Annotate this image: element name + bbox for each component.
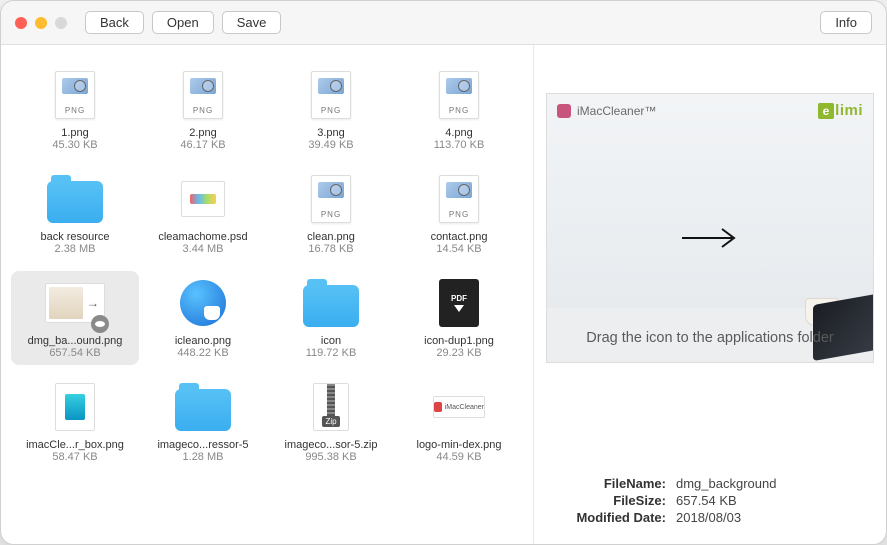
file-thumb-icon: Zip — [301, 381, 361, 433]
file-size: 1.28 MB — [183, 451, 224, 463]
file-item[interactable]: PNG 1.png45.30 KB — [11, 63, 139, 157]
file-name: imacCle...r_box.png — [26, 439, 124, 451]
window-controls — [15, 17, 67, 29]
file-size: 39.49 KB — [308, 139, 353, 151]
file-thumb-icon: iMacCleaner — [429, 381, 489, 433]
file-name: 2.png — [189, 127, 217, 139]
meta-modified-label: Modified Date: — [556, 510, 666, 525]
preview-brand: elimi — [818, 102, 863, 119]
file-item[interactable]: imageco...ressor-51.28 MB — [139, 375, 267, 469]
file-size: 995.38 KB — [305, 451, 356, 463]
file-name: contact.png — [431, 231, 488, 243]
file-item[interactable]: Zip imageco...sor-5.zip995.38 KB — [267, 375, 395, 469]
file-thumb-icon: PNG — [429, 173, 489, 225]
titlebar: Back Open Save Info — [1, 1, 886, 45]
file-item[interactable]: PNG 2.png46.17 KB — [139, 63, 267, 157]
maximize-icon — [55, 17, 67, 29]
file-size: 119.72 KB — [306, 347, 357, 359]
file-size: 45.30 KB — [52, 139, 97, 151]
file-item[interactable]: PDF icon-dup1.png29.23 KB — [395, 271, 523, 365]
file-name: dmg_ba...ound.png — [28, 335, 123, 347]
file-thumb-icon: → — [45, 277, 105, 329]
file-thumb-icon — [173, 381, 233, 433]
file-thumb-icon: PNG — [301, 173, 361, 225]
file-grid-pane[interactable]: PNG 1.png45.30 KB PNG 2.png46.17 KB PNG 3.png… — [1, 45, 534, 544]
open-button[interactable]: Open — [152, 11, 214, 34]
file-item[interactable]: PNG clean.png16.78 KB — [267, 167, 395, 261]
file-item[interactable]: PNG contact.png14.54 KB — [395, 167, 523, 261]
file-thumb-icon — [45, 381, 105, 433]
meta-filename-value: dmg_background — [676, 476, 776, 491]
file-name: 1.png — [61, 127, 89, 139]
file-name: 3.png — [317, 127, 345, 139]
file-item[interactable]: icleano.png448.22 KB — [139, 271, 267, 365]
preview-app-label: iMacCleaner™ — [577, 104, 656, 118]
preview-pane: iMacCleaner™ elimi Drag the icon to the … — [534, 45, 886, 544]
file-name: clean.png — [307, 231, 355, 243]
file-thumb-icon — [173, 277, 233, 329]
file-size: 29.23 KB — [436, 347, 481, 359]
file-item[interactable]: cleamachome.psd3.44 MB — [139, 167, 267, 261]
preview-header: iMacCleaner™ elimi — [547, 94, 873, 119]
file-item[interactable]: icon119.72 KB — [267, 271, 395, 365]
file-size: 448.22 KB — [177, 347, 228, 359]
file-thumb-icon — [173, 173, 233, 225]
file-thumb-icon: PNG — [45, 69, 105, 121]
content-area: PNG 1.png45.30 KB PNG 2.png46.17 KB PNG 3.png… — [1, 45, 886, 544]
preview-metadata: FileName: dmg_background FileSize: 657.5… — [534, 475, 886, 544]
file-name: imageco...sor-5.zip — [285, 439, 378, 451]
file-thumb-icon: PNG — [173, 69, 233, 121]
close-icon[interactable] — [15, 17, 27, 29]
info-button[interactable]: Info — [820, 11, 872, 34]
file-size: 14.54 KB — [436, 243, 481, 255]
file-name: icon-dup1.png — [424, 335, 494, 347]
meta-filesize-label: FileSize: — [556, 493, 666, 508]
meta-filename-label: FileName: — [556, 476, 666, 491]
file-item[interactable]: back resource2.38 MB — [11, 167, 139, 261]
meta-filesize-value: 657.54 KB — [676, 493, 737, 508]
file-thumb-icon: PNG — [429, 69, 489, 121]
file-name: cleamachome.psd — [158, 231, 247, 243]
file-name: icleano.png — [175, 335, 231, 347]
preview-caption: Drag the icon to the applications folder — [547, 330, 873, 346]
file-size: 58.47 KB — [52, 451, 97, 463]
file-size: 2.38 MB — [55, 243, 96, 255]
file-thumb-icon: PNG — [301, 69, 361, 121]
file-name: logo-min-dex.png — [417, 439, 502, 451]
file-item[interactable]: imacCle...r_box.png58.47 KB — [11, 375, 139, 469]
file-size: 657.54 KB — [49, 347, 100, 359]
minimize-icon[interactable] — [35, 17, 47, 29]
preview-body: Drag the icon to the applications folder — [547, 119, 873, 362]
file-size: 16.78 KB — [308, 243, 353, 255]
file-size: 113.70 KB — [434, 139, 485, 151]
file-item[interactable]: iMacCleaner logo-min-dex.png44.59 KB — [395, 375, 523, 469]
arrow-right-icon — [680, 224, 740, 258]
file-size: 44.59 KB — [436, 451, 481, 463]
file-size: 3.44 MB — [183, 243, 224, 255]
file-thumb-icon: PDF — [429, 277, 489, 329]
app-icon — [557, 104, 571, 118]
file-item[interactable]: PNG 3.png39.49 KB — [267, 63, 395, 157]
meta-modified-value: 2018/08/03 — [676, 510, 741, 525]
preview-image: iMacCleaner™ elimi Drag the icon to the … — [546, 93, 874, 363]
file-name: icon — [321, 335, 341, 347]
file-name: 4.png — [445, 127, 473, 139]
file-item[interactable]: PNG 4.png113.70 KB — [395, 63, 523, 157]
back-button[interactable]: Back — [85, 11, 144, 34]
file-name: imageco...ressor-5 — [157, 439, 248, 451]
file-grid: PNG 1.png45.30 KB PNG 2.png46.17 KB PNG 3.png… — [11, 63, 523, 469]
file-name: back resource — [40, 231, 109, 243]
file-item[interactable]: → dmg_ba...ound.png657.54 KB — [11, 271, 139, 365]
quicklook-icon[interactable] — [91, 315, 109, 333]
file-size: 46.17 KB — [180, 139, 225, 151]
file-thumb-icon — [45, 173, 105, 225]
save-button[interactable]: Save — [222, 11, 282, 34]
file-thumb-icon — [301, 277, 361, 329]
app-window: Back Open Save Info PNG 1.png45.30 KB PNG 2… — [0, 0, 887, 545]
